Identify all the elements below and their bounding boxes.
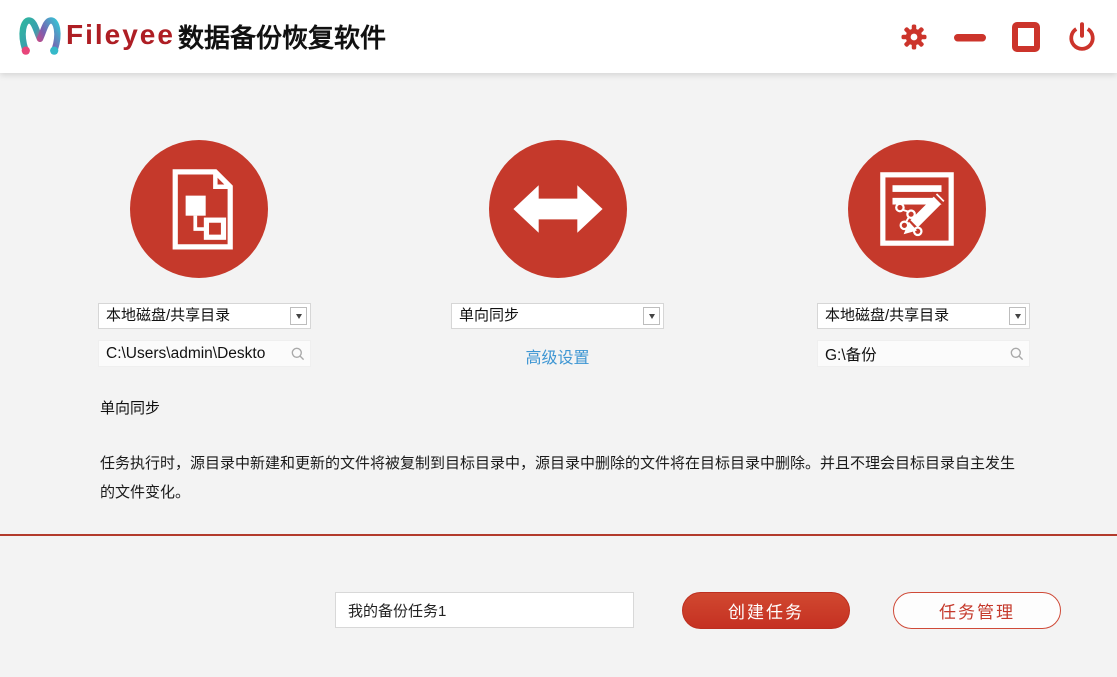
minus-icon xyxy=(954,33,986,41)
search-icon[interactable] xyxy=(1009,346,1025,362)
create-task-button[interactable]: 创建任务 xyxy=(682,592,850,629)
close-button[interactable] xyxy=(1065,20,1099,54)
task-manage-button[interactable]: 任务管理 xyxy=(893,592,1061,629)
gear-icon xyxy=(901,24,927,49)
double-arrow-icon xyxy=(513,185,603,233)
target-type-value: 本地磁盘/共享目录 xyxy=(825,307,950,324)
target-circle xyxy=(848,140,986,278)
minimize-button[interactable] xyxy=(953,20,987,54)
chevron-down-icon[interactable] xyxy=(1009,307,1026,325)
source-path-box xyxy=(98,340,311,367)
red-divider xyxy=(0,534,1117,536)
chevron-down-icon[interactable] xyxy=(290,307,307,325)
sync-mode-description-body: 任务执行时，源目录中新建和更新的文件将被复制到目标目录中，源目录中删除的文件将在… xyxy=(100,455,1016,501)
task-name-input[interactable] xyxy=(335,592,634,628)
search-icon[interactable] xyxy=(290,346,306,362)
source-circle xyxy=(130,140,268,278)
source-type-select[interactable]: 本地磁盘/共享目录 xyxy=(98,303,311,329)
source-type-value: 本地磁盘/共享目录 xyxy=(106,307,231,324)
file-diagram-icon xyxy=(172,169,233,250)
maximize-button[interactable] xyxy=(1009,20,1043,54)
sync-mode-select[interactable]: 单向同步 xyxy=(451,303,664,329)
app-title: 数据备份恢复软件 xyxy=(178,23,387,53)
edit-note-icon xyxy=(880,172,954,246)
square-icon xyxy=(1012,21,1040,52)
sync-mode-description-title: 单向同步 xyxy=(100,400,161,417)
title-bar: Fileyee 数据备份恢复软件 xyxy=(0,0,1117,73)
target-path-box xyxy=(817,340,1030,367)
sync-mode-circle xyxy=(489,140,627,278)
app-window: Fileyee 数据备份恢复软件 本地磁盘/共享目录 单向同步 本地磁盘/共享目… xyxy=(0,0,1117,677)
target-type-select[interactable]: 本地磁盘/共享目录 xyxy=(817,303,1030,329)
settings-button[interactable] xyxy=(897,20,931,54)
advanced-settings-link[interactable]: 高级设置 xyxy=(451,344,664,368)
power-icon xyxy=(1069,21,1095,51)
sync-mode-value: 单向同步 xyxy=(459,307,520,324)
window-controls xyxy=(897,0,1099,73)
fileyee-logo-icon xyxy=(19,17,61,55)
target-path-input[interactable] xyxy=(818,341,1029,366)
chevron-down-icon[interactable] xyxy=(643,307,660,325)
brand-name: Fileyee xyxy=(66,19,175,50)
source-path-input[interactable] xyxy=(99,341,310,366)
